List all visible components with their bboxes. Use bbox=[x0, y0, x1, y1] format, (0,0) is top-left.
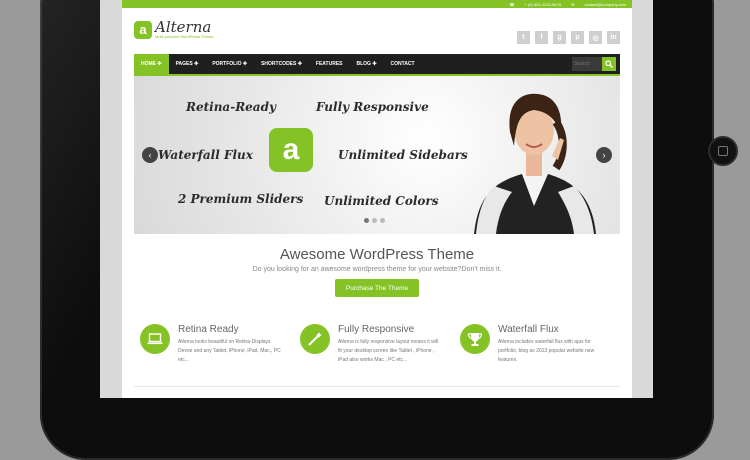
feature-title: Waterfall Flux bbox=[498, 324, 559, 335]
nav-item-home[interactable]: HOME ✚ bbox=[134, 54, 169, 74]
twitter-icon[interactable]: t bbox=[517, 31, 530, 44]
logo-name: Alterna bbox=[155, 18, 212, 36]
slider-dot[interactable] bbox=[364, 218, 369, 223]
slider-dot[interactable] bbox=[380, 218, 385, 223]
trophy-icon bbox=[460, 324, 490, 354]
nav-item-shortcodes[interactable]: SHORTCODES ✚ bbox=[254, 54, 309, 74]
slide-feature: Fully Responsive bbox=[316, 100, 429, 114]
facebook-icon[interactable]: f bbox=[535, 31, 548, 44]
hero-subtitle: Do you looking for an awesome wordpress … bbox=[252, 266, 502, 273]
slider-dots bbox=[364, 218, 385, 223]
slide-feature: 2 Premium Sliders bbox=[178, 192, 304, 206]
slider-prev-button[interactable]: ‹ bbox=[142, 147, 158, 163]
feature-item: Retina Ready Alterna looks beautiful on … bbox=[140, 324, 300, 365]
nav-item-pages[interactable]: PAGES ✚ bbox=[169, 54, 206, 74]
laptop-icon bbox=[140, 324, 170, 354]
slide-feature: Waterfall Flux bbox=[158, 148, 253, 162]
email-icon: ✉ bbox=[571, 1, 575, 7]
nav-item-blog[interactable]: BLOG ✚ bbox=[350, 54, 384, 74]
feature-text: Alterna looks beautiful on Retina-Displa… bbox=[178, 339, 281, 363]
website: ☎ + (0) 800-1234-5678 ✉ contact@company.… bbox=[122, 0, 632, 398]
search-button[interactable] bbox=[602, 57, 616, 71]
feature-title: Fully Responsive bbox=[338, 324, 415, 335]
feature-text: Alterna is fully responsive layout means… bbox=[338, 339, 439, 363]
feature-title: Retina Ready bbox=[178, 324, 239, 335]
purchase-button[interactable]: Purchase The Theme bbox=[335, 279, 419, 297]
nav-search bbox=[572, 57, 616, 71]
hero-slider: Retina-Ready Fully Responsive Waterfall … bbox=[134, 76, 620, 234]
logo-mark: a bbox=[134, 20, 152, 39]
slider-next-button[interactable]: › bbox=[596, 147, 612, 163]
main-nav: HOME ✚ PAGES ✚ PORTFOLIO ✚ SHORTCODES ✚ … bbox=[134, 54, 620, 76]
feature-item: Waterfall Flux Alterna includes waterfal… bbox=[460, 324, 620, 365]
section-divider bbox=[134, 386, 620, 387]
site-logo[interactable]: a Alterna Multi-purpose WordPress Theme bbox=[134, 20, 214, 39]
nav-item-portfolio[interactable]: PORTFOLIO ✚ bbox=[205, 54, 254, 74]
nav-item-features[interactable]: FEATURES bbox=[309, 54, 350, 74]
feature-list: Retina Ready Alterna looks beautiful on … bbox=[140, 324, 620, 365]
nav-item-contact[interactable]: CONTACT bbox=[384, 54, 422, 74]
phone-icon: ☎ bbox=[509, 1, 515, 7]
magic-wand-icon bbox=[300, 324, 330, 354]
site-header: a Alterna Multi-purpose WordPress Theme … bbox=[122, 8, 632, 54]
slide-feature: Retina-Ready bbox=[186, 100, 276, 114]
tablet-screen: ☎ + (0) 800-1234-5678 ✉ contact@company.… bbox=[100, 0, 653, 398]
slider-dot[interactable] bbox=[372, 218, 377, 223]
feature-text: Alterna includes waterfall flux with aja… bbox=[498, 339, 595, 363]
dribbble-icon[interactable]: ◎ bbox=[589, 31, 602, 44]
pinterest-icon[interactable]: p bbox=[571, 31, 584, 44]
woman-image bbox=[474, 93, 596, 234]
hero-title: Awesome WordPress Theme bbox=[279, 246, 475, 263]
top-bar: ☎ + (0) 800-1234-5678 ✉ contact@company.… bbox=[122, 0, 632, 8]
slide-feature: Unlimited Colors bbox=[324, 194, 439, 208]
search-icon bbox=[605, 60, 613, 68]
search-input[interactable] bbox=[572, 57, 602, 71]
home-square-icon bbox=[718, 146, 728, 156]
phone-number: + (0) 800-1234-5678 bbox=[524, 1, 562, 7]
social-links: t f g p ◎ in bbox=[517, 31, 620, 44]
linkedin-icon[interactable]: in bbox=[607, 31, 620, 44]
email-address[interactable]: contact@company.com bbox=[584, 2, 626, 7]
slide-logo-mark: a bbox=[269, 128, 313, 172]
google-plus-icon[interactable]: g bbox=[553, 31, 566, 44]
home-button[interactable] bbox=[708, 136, 738, 166]
slide-feature: Unlimited Sidebars bbox=[338, 148, 468, 162]
logo-tagline: Multi-purpose WordPress Theme bbox=[155, 34, 214, 39]
feature-item: Fully Responsive Alterna is fully respon… bbox=[300, 324, 460, 365]
